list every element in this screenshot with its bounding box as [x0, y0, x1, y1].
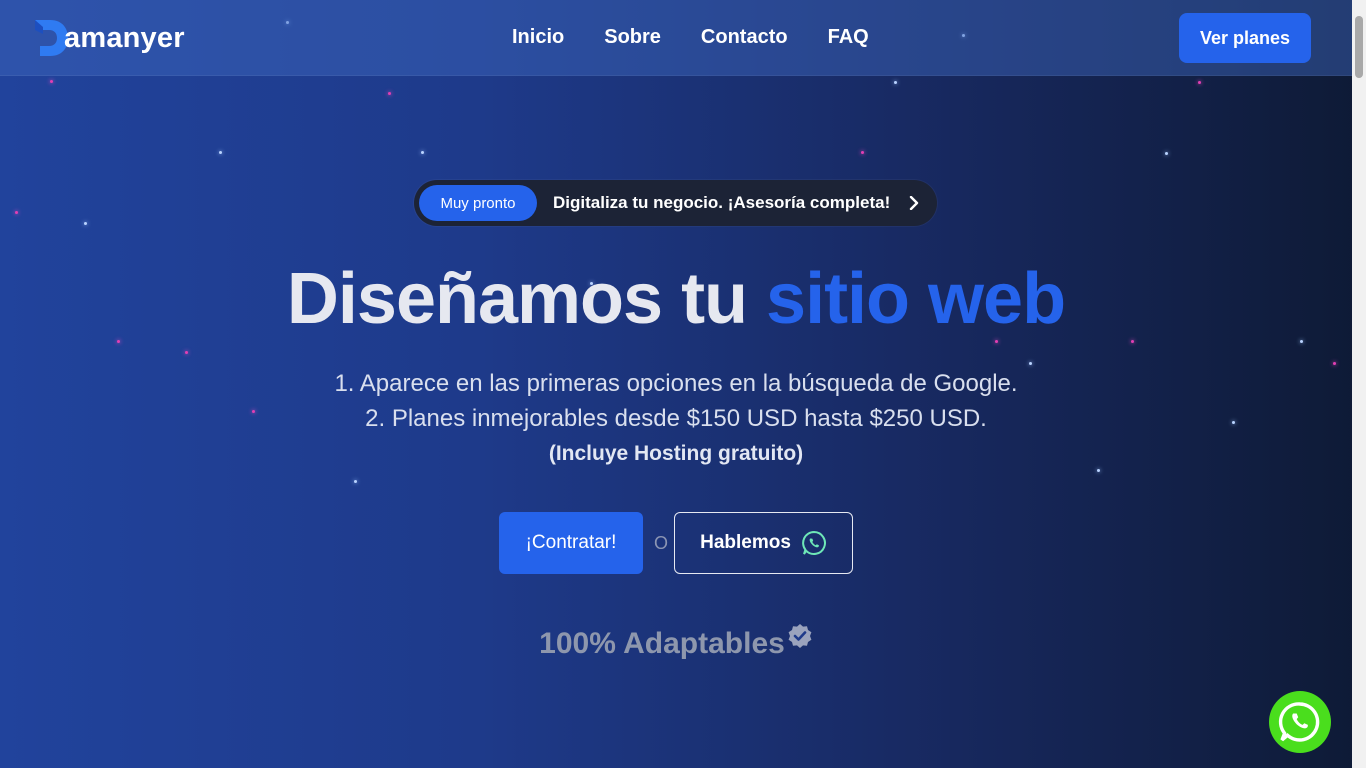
nav-item-inicio[interactable]: Inicio: [512, 26, 564, 49]
whatsapp-icon: [802, 530, 826, 555]
nav-item-sobre[interactable]: Sobre: [604, 26, 661, 49]
adaptables-feature: 100% Adaptables: [0, 624, 1352, 661]
hero-line-1: 1. Aparece en las primeras opciones en l…: [334, 370, 1018, 397]
page-scrollbar[interactable]: [1352, 0, 1366, 768]
main-nav: Inicio Sobre Contacto FAQ: [512, 26, 869, 49]
hero-title-highlight: sitio web: [766, 259, 1066, 339]
brand-logo[interactable]: amanyer: [32, 18, 185, 58]
adaptables-text: 100% Adaptables: [539, 627, 785, 660]
hablemos-button[interactable]: Hablemos: [674, 512, 853, 574]
scrollbar-thumb[interactable]: [1355, 16, 1363, 78]
or-separator: O: [654, 533, 669, 553]
logo-text: amanyer: [64, 21, 185, 54]
hero-title-main: Diseñamos tu: [286, 259, 767, 339]
announcement-text: Digitaliza tu negocio. ¡Asesoría complet…: [553, 193, 891, 212]
hablemos-label: Hablemos: [700, 532, 791, 553]
verified-badge-icon: [788, 624, 812, 648]
announcement-badge: Muy pronto: [419, 185, 537, 221]
nav-item-contacto[interactable]: Contacto: [701, 26, 788, 49]
chevron-right-icon: [910, 196, 919, 210]
contratar-button[interactable]: ¡Contratar!: [499, 512, 643, 574]
hero-line-2: 2. Planes inmejorables desde $150 USD ha…: [365, 405, 987, 432]
hero-title: Diseñamos tu sitio web: [0, 258, 1352, 340]
whatsapp-icon: [1278, 702, 1320, 742]
whatsapp-float-button[interactable]: [1269, 691, 1331, 753]
hero-line-3: (Incluye Hosting gratuito): [548, 442, 804, 465]
nav-item-faq[interactable]: FAQ: [828, 26, 869, 49]
announcement-pill[interactable]: Muy pronto Digitaliza tu negocio. ¡Aseso…: [414, 180, 937, 226]
top-navbar: amanyer Inicio Sobre Contacto FAQ Ver pl…: [0, 0, 1352, 76]
ver-planes-button[interactable]: Ver planes: [1179, 13, 1311, 63]
